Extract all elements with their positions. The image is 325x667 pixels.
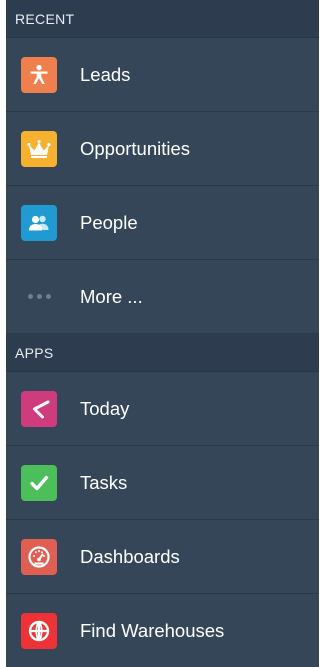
menu-item-find-warehouses[interactable]: Find Warehouses <box>6 594 319 667</box>
menu-item-label: Today <box>80 397 130 419</box>
menu-item-label: Tasks <box>80 471 128 493</box>
menu-item-more[interactable]: More ... <box>6 260 319 334</box>
navigation-menu: RECENT Leads Opportunities People More .… <box>6 0 319 667</box>
menu-item-opportunities[interactable]: Opportunities <box>6 112 319 186</box>
section-header-apps: APPS <box>6 334 319 372</box>
gauge-icon <box>21 538 57 575</box>
menu-item-label: Leads <box>80 63 131 85</box>
clock-icon <box>21 390 57 427</box>
menu-item-leads[interactable]: Leads <box>6 38 319 112</box>
more-dots-icon <box>21 294 57 299</box>
globe-icon <box>21 612 57 649</box>
menu-item-label: Dashboards <box>80 545 180 567</box>
menu-item-label: People <box>80 211 138 233</box>
menu-item-label: Find Warehouses <box>80 619 225 641</box>
crown-icon <box>21 130 57 167</box>
section-header-recent: RECENT <box>6 0 319 38</box>
right-edge <box>319 0 325 667</box>
person-icon <box>21 56 57 93</box>
menu-item-tasks[interactable]: Tasks <box>6 446 319 520</box>
section-header-label: APPS <box>15 344 54 361</box>
menu-item-today[interactable]: Today <box>6 372 319 446</box>
checkmark-icon <box>21 464 57 501</box>
menu-item-dashboards[interactable]: Dashboards <box>6 520 319 594</box>
people-icon <box>21 204 57 241</box>
section-header-label: RECENT <box>15 10 75 27</box>
screen: RECENT Leads Opportunities People More .… <box>0 0 325 667</box>
menu-item-label: More ... <box>80 285 143 307</box>
menu-item-label: Opportunities <box>80 137 191 159</box>
menu-item-people[interactable]: People <box>6 186 319 260</box>
